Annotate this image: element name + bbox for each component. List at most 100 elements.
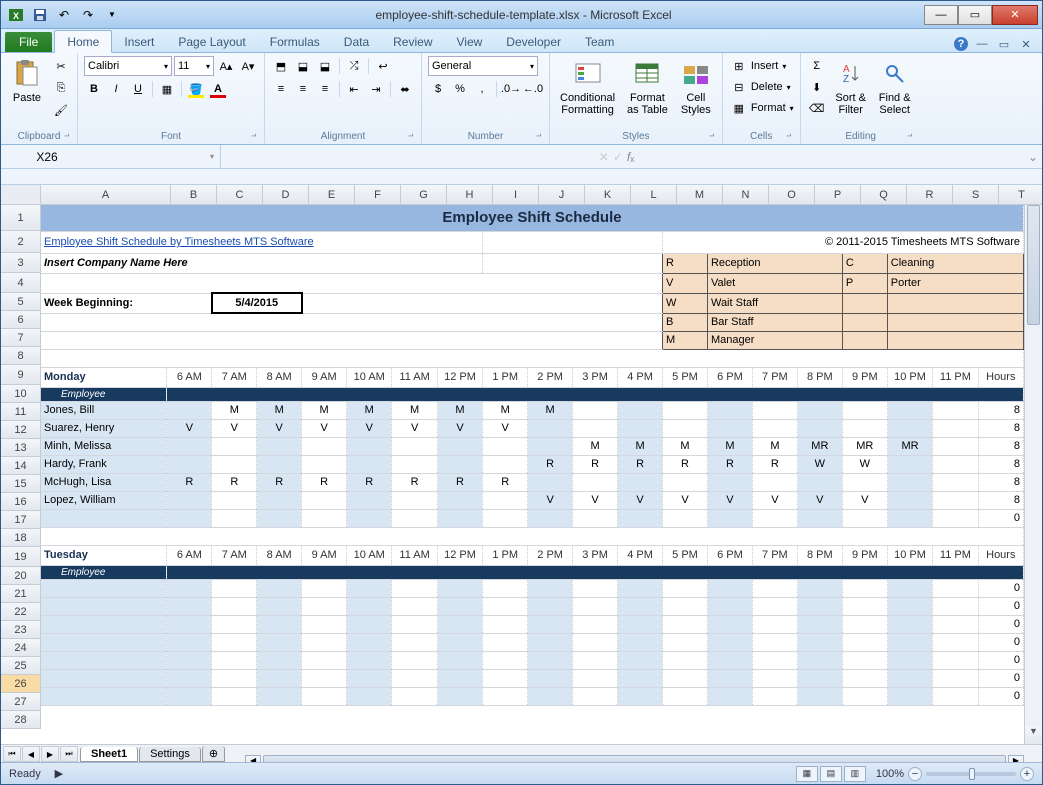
- shift-cell[interactable]: [887, 615, 932, 633]
- align-center-icon[interactable]: ≡: [293, 79, 313, 99]
- row-header-1[interactable]: 1: [1, 205, 41, 231]
- shift-cell[interactable]: V: [257, 419, 302, 437]
- shift-cell[interactable]: [707, 473, 752, 491]
- tab-home[interactable]: Home: [54, 30, 112, 53]
- shift-cell[interactable]: [212, 669, 257, 687]
- row-header-17[interactable]: 17: [1, 511, 41, 529]
- shift-cell[interactable]: [707, 633, 752, 651]
- shift-cell[interactable]: R: [663, 455, 708, 473]
- shift-cell[interactable]: V: [302, 419, 347, 437]
- shift-cell[interactable]: M: [752, 437, 797, 455]
- shift-cell[interactable]: [663, 401, 708, 419]
- tab-review[interactable]: Review: [381, 31, 444, 52]
- row-header-8[interactable]: 8: [1, 347, 41, 365]
- shift-cell[interactable]: R: [483, 473, 528, 491]
- shift-cell[interactable]: [842, 615, 887, 633]
- shift-cell[interactable]: [167, 455, 212, 473]
- week-begin-value[interactable]: 5/4/2015: [212, 293, 302, 313]
- shift-cell[interactable]: [887, 401, 932, 419]
- shift-cell[interactable]: M: [302, 401, 347, 419]
- shift-cell[interactable]: [887, 491, 932, 509]
- shift-cell[interactable]: M: [483, 401, 528, 419]
- shift-cell[interactable]: [483, 633, 528, 651]
- shift-cell[interactable]: [663, 509, 708, 527]
- row-header-11[interactable]: 11: [1, 403, 41, 421]
- row-header-24[interactable]: 24: [1, 639, 41, 657]
- shift-cell[interactable]: [528, 419, 573, 437]
- prev-sheet-icon[interactable]: ◀: [22, 746, 40, 762]
- row-header-5[interactable]: 5: [1, 293, 41, 311]
- shift-cell[interactable]: [302, 669, 347, 687]
- shift-cell[interactable]: [528, 633, 573, 651]
- number-format-combo[interactable]: General▾: [428, 56, 538, 76]
- shift-cell[interactable]: V: [392, 419, 437, 437]
- shift-cell[interactable]: [302, 633, 347, 651]
- shift-cell[interactable]: [392, 633, 437, 651]
- row-header-21[interactable]: 21: [1, 585, 41, 603]
- shift-cell[interactable]: [842, 579, 887, 597]
- comma-format-icon[interactable]: ,: [472, 79, 492, 99]
- shift-cell[interactable]: [707, 651, 752, 669]
- shift-cell[interactable]: [528, 473, 573, 491]
- shift-cell[interactable]: V: [573, 491, 618, 509]
- border-icon[interactable]: ▦: [157, 79, 177, 99]
- column-header-C[interactable]: C: [217, 185, 263, 205]
- shift-cell[interactable]: [392, 687, 437, 705]
- shift-cell[interactable]: [257, 669, 302, 687]
- shift-cell[interactable]: [437, 633, 482, 651]
- shift-cell[interactable]: [842, 509, 887, 527]
- shift-cell[interactable]: [618, 509, 663, 527]
- name-box[interactable]: ▾: [1, 145, 221, 168]
- column-header-T[interactable]: T: [999, 185, 1042, 205]
- zoom-in-icon[interactable]: +: [1020, 767, 1034, 781]
- shift-cell[interactable]: M: [392, 401, 437, 419]
- shift-cell[interactable]: [167, 597, 212, 615]
- shift-cell[interactable]: [212, 633, 257, 651]
- row-header-16[interactable]: 16: [1, 493, 41, 511]
- shift-cell[interactable]: [302, 509, 347, 527]
- shift-cell[interactable]: [392, 455, 437, 473]
- shift-cell[interactable]: [167, 401, 212, 419]
- employee-name[interactable]: [41, 633, 167, 651]
- shift-cell[interactable]: [302, 579, 347, 597]
- shift-cell[interactable]: [933, 615, 978, 633]
- column-header-G[interactable]: G: [401, 185, 447, 205]
- shift-cell[interactable]: [257, 597, 302, 615]
- column-header-D[interactable]: D: [263, 185, 309, 205]
- shift-cell[interactable]: [618, 687, 663, 705]
- shift-cell[interactable]: [212, 597, 257, 615]
- row-header-14[interactable]: 14: [1, 457, 41, 475]
- employee-name[interactable]: Lopez, William: [41, 491, 167, 509]
- shift-cell[interactable]: [347, 491, 392, 509]
- row-header-12[interactable]: 12: [1, 421, 41, 439]
- shift-cell[interactable]: [437, 687, 482, 705]
- align-top-icon[interactable]: ⬒: [271, 56, 291, 76]
- file-tab[interactable]: File: [5, 32, 52, 52]
- shift-cell[interactable]: V: [842, 491, 887, 509]
- find-select-button[interactable]: Find & Select: [875, 56, 915, 118]
- normal-view-icon[interactable]: ▦: [796, 766, 818, 782]
- shift-cell[interactable]: [842, 473, 887, 491]
- row-header-18[interactable]: 18: [1, 529, 41, 547]
- row-header-4[interactable]: 4: [1, 273, 41, 293]
- shift-cell[interactable]: [797, 687, 842, 705]
- shift-cell[interactable]: [797, 509, 842, 527]
- cell-styles-button[interactable]: Cell Styles: [676, 56, 716, 118]
- shift-cell[interactable]: [842, 651, 887, 669]
- zoom-level[interactable]: 100%: [876, 768, 904, 780]
- shift-cell[interactable]: [528, 597, 573, 615]
- shift-cell[interactable]: [302, 687, 347, 705]
- font-color-icon[interactable]: A: [208, 79, 228, 99]
- shift-cell[interactable]: M: [257, 401, 302, 419]
- shift-cell[interactable]: [797, 633, 842, 651]
- employee-name[interactable]: Minh, Melissa: [41, 437, 167, 455]
- row-header-10[interactable]: 10: [1, 385, 41, 403]
- shift-cell[interactable]: M: [707, 437, 752, 455]
- vscroll-thumb[interactable]: [1027, 205, 1040, 325]
- increase-decimal-icon[interactable]: .0→: [501, 79, 521, 99]
- shift-cell[interactable]: [663, 633, 708, 651]
- grow-font-icon[interactable]: A▴: [216, 56, 236, 76]
- cancel-formula-icon[interactable]: ✕: [599, 150, 609, 164]
- shift-cell[interactable]: [887, 669, 932, 687]
- shift-cell[interactable]: W: [842, 455, 887, 473]
